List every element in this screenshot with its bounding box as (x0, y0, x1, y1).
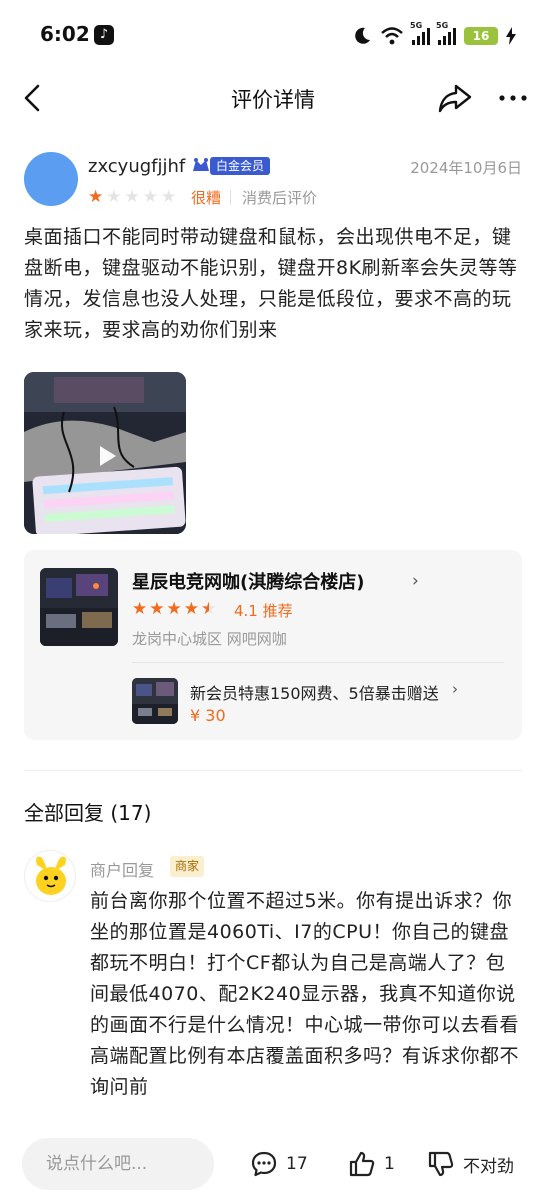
share-icon (438, 84, 472, 113)
rating-note: 消费后评价 (242, 189, 318, 207)
shop-card[interactable]: 星辰电竞网咖(淇腾综合楼店) › ★ ★ ★ ★ ★ 4.1 推荐 龙岗中心城区 网吧网… (24, 550, 522, 740)
likes-count: 1 (384, 1154, 395, 1174)
star-icon: ★ (132, 599, 148, 619)
thumbs-down-icon (428, 1151, 454, 1177)
shop-score: 4.1 推荐 (234, 602, 293, 620)
thumbs-up-icon (349, 1151, 375, 1177)
signal-icon-1: 5G (410, 21, 430, 45)
reply-text: 前台离你那个位置不超过5米。你有提出诉求？你坐的那位置是4060Ti、I7的CP… (90, 890, 520, 1098)
bottom-action-bar: 17 1 不对劲 (0, 1132, 546, 1200)
comments-button[interactable]: 17 (250, 1144, 308, 1184)
star-icon: ★ (88, 187, 104, 207)
shop-star-rating: ★ ★ ★ ★ ★ (132, 600, 216, 618)
review-date: 2024年10月6日 (410, 159, 522, 177)
star-icon: ★ (161, 187, 177, 207)
reviewer-username[interactable]: zxcyugfjjhf (88, 156, 185, 177)
comment-icon (251, 1151, 277, 1177)
review-star-rating: ★ ★ ★ ★ ★ (88, 188, 176, 206)
status-bar: 6:02 ♪ 5G 5G 16 (0, 0, 546, 70)
battery-icon: 16 (464, 27, 498, 45)
comments-count: 17 (286, 1154, 308, 1174)
deal-chevron-right-icon: › (452, 680, 458, 698)
star-icon: ★ (166, 599, 182, 619)
comment-input[interactable] (22, 1138, 214, 1190)
reviewer-avatar[interactable] (24, 152, 78, 206)
dislike-label: 不对劲 (463, 1156, 514, 1177)
deal-photo (132, 678, 178, 724)
rating-word: 很糟 (191, 189, 222, 207)
member-badge-label: 白金会员 (210, 157, 271, 175)
replies-title: 全部回复 (17) (24, 801, 152, 825)
rating-divider (230, 190, 231, 205)
more-button[interactable] (496, 80, 530, 116)
moon-icon (355, 27, 370, 44)
dislike-button[interactable]: 不对劲 (427, 1144, 514, 1184)
chevron-right-icon: › (412, 571, 419, 591)
star-icon: ★ (149, 599, 165, 619)
star-icon: ★ (183, 599, 199, 619)
share-button[interactable] (436, 80, 474, 116)
star-icon: ★ (106, 187, 122, 207)
charging-icon (506, 27, 516, 45)
wifi-icon (381, 27, 403, 45)
status-time: 6:02 (40, 22, 90, 46)
merchant-mascot-icon (36, 856, 66, 895)
shop-location: 龙岗中心城区 网吧网咖 (132, 630, 287, 648)
merchant-tag: 商家 (170, 856, 205, 877)
signal-icon-2: 5G (436, 21, 456, 45)
review-text: 桌面插口不能同时带动键盘和鼠标，会出现供电不足，键盘断电，键盘驱动不能识别，键盘… (24, 226, 518, 341)
more-dots-icon (499, 95, 527, 101)
deal-price: ¥ 30 (190, 706, 226, 725)
tiktok-icon: ♪ (94, 25, 114, 45)
deal-thumbnail[interactable] (132, 678, 178, 724)
member-badge: 白金会员 (190, 155, 271, 177)
shop-photo (40, 568, 118, 646)
play-icon[interactable] (92, 442, 120, 470)
star-icon: ★ (124, 187, 140, 207)
status-icons: 5G 5G 16 (352, 21, 516, 48)
section-divider (24, 770, 522, 771)
nav-header: 评价详情 (0, 70, 546, 126)
like-button[interactable]: 1 (348, 1144, 395, 1184)
deal-title[interactable]: 新会员特惠150网费、5倍暴击赠送 (190, 680, 439, 704)
shop-name[interactable]: 星辰电竞网咖(淇腾综合楼店) (132, 568, 364, 594)
star-icon: ★ (142, 187, 158, 207)
card-divider (132, 662, 504, 663)
shop-thumbnail (40, 568, 118, 646)
reply-label: 商户回复 (90, 861, 155, 880)
merchant-avatar[interactable] (24, 850, 76, 902)
platinum-member-icon (193, 158, 209, 171)
star-icon: ★ (201, 599, 217, 619)
